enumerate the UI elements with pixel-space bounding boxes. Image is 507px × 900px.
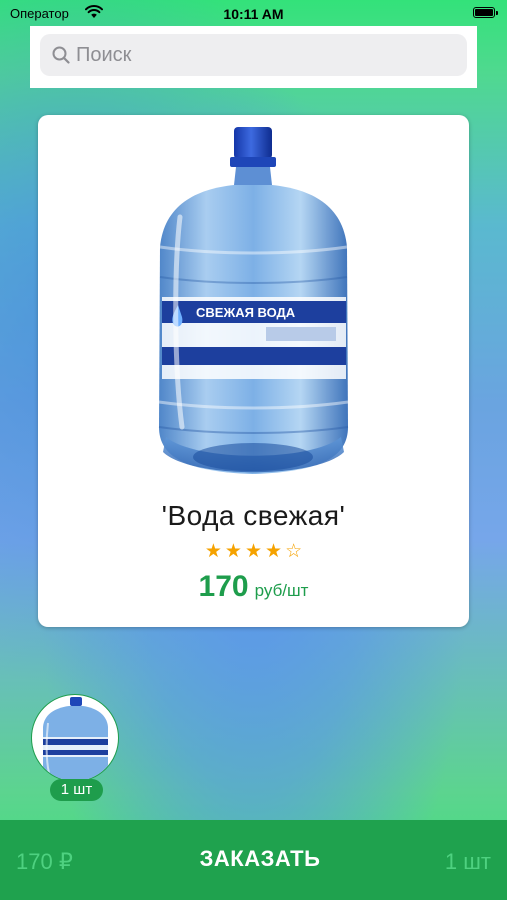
battery-icon (473, 7, 498, 18)
clock: 10:11 AM (223, 6, 284, 22)
cart-quantity-badge: 1 шт (50, 779, 103, 801)
water-bottle-thumbnail-icon (43, 697, 108, 781)
order-total: 170 ₽ (16, 849, 73, 874)
search-panel (30, 26, 477, 88)
product-price: 170 руб/шт (38, 570, 469, 604)
star-filled-icon: ★ (265, 540, 283, 562)
status-bar: Оператор 10:11 AM (0, 0, 507, 26)
search-input[interactable] (76, 34, 456, 76)
star-filled-icon: ★ (204, 540, 222, 562)
price-unit: руб/шт (254, 581, 309, 600)
product-title: 'Вода свежая' (161, 500, 346, 531)
star-filled-icon: ★ (244, 540, 263, 562)
star-filled-icon: ★ (224, 540, 242, 562)
order-item-count: 1 шт (444, 849, 491, 874)
star-empty-icon: ☆ (285, 540, 303, 562)
bottle-label-text: СВЕЖАЯ ВОДА (196, 305, 296, 320)
search-field[interactable] (40, 34, 467, 76)
cart-item-thumbnail[interactable] (31, 694, 119, 782)
rating-stars: ★ ★ ★ ★ ☆ (38, 542, 469, 561)
water-bottle-image: СВЕЖАЯ ВОДА (158, 127, 349, 474)
search-icon (52, 46, 70, 69)
product-card[interactable]: СВЕЖАЯ ВОДА 'Вода свежая' ★ ★ ★ ★ ☆ 170 р… (38, 115, 469, 627)
order-bar: 170 ₽ ЗАКАЗАТЬ 1 шт (0, 820, 507, 900)
price-amount: 170 (198, 570, 249, 603)
order-button[interactable]: ЗАКАЗАТЬ (160, 846, 360, 872)
